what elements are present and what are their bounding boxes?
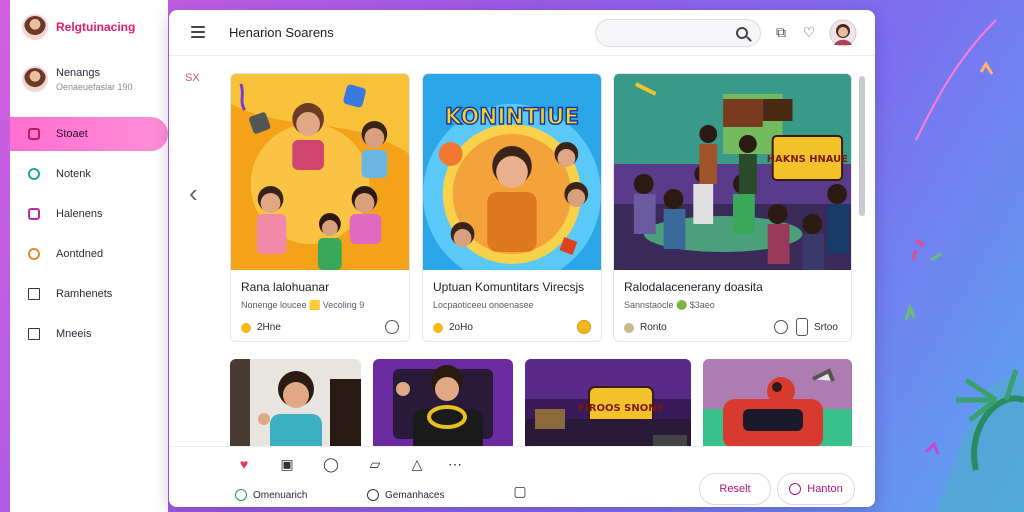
sidebar-item-label: Stoaet (56, 128, 88, 140)
page-title: Henarion Soarens (229, 25, 334, 40)
card-title: Uptuan Komuntitars Virecsjs (433, 280, 585, 294)
card-stat: 2oHo (433, 322, 473, 333)
status-ring-icon (235, 489, 247, 501)
card-stat: 2Hne (241, 322, 281, 333)
content-card[interactable]: KONINTIUE Uptuan Komuntitars Virecsjs Lo… (422, 73, 602, 342)
thumbnail-image[interactable]: FIROOS SNONS (525, 359, 691, 455)
profile-subtitle: Oenaeuefaslar 190 (56, 81, 133, 92)
profile-name: Nenangs (56, 66, 101, 79)
sidebar-item-2[interactable]: Halenens (10, 197, 168, 231)
top-avatar[interactable] (829, 19, 857, 47)
bottom-toolbar: ♥ ▣ ◯ ▱ △ ⋯ ▢ Omenuarich Gemanhaces Rese… (169, 446, 875, 507)
clock-icon[interactable] (774, 320, 788, 334)
thumbnail-image[interactable] (373, 359, 513, 455)
content-card[interactable]: Rana lalohuanar Nonenge loucee 🟨 Vecolin… (230, 73, 410, 342)
coin-icon (241, 322, 251, 333)
search-icon[interactable] (736, 27, 748, 39)
card-art-text: KONINTIUE (445, 105, 579, 130)
content-card[interactable]: HAKNS HNAUE Ralodalacenerany doasita San… (613, 73, 852, 342)
circle-icon (367, 489, 379, 501)
sidebar: Relgtuinacing Nenangs Oenaeuefaslar 190 … (10, 0, 168, 512)
card-icon (28, 288, 40, 300)
coin-icon (433, 322, 443, 333)
user-profile[interactable]: Nenangs Oenaeuefaslar 190 (22, 66, 133, 92)
card-image (231, 74, 409, 270)
sidebar-item-5[interactable]: Mneeis (10, 317, 168, 351)
sidebar-item-label: Notenk (56, 168, 91, 180)
main-window: Henarion Soarens ⧉ ♡ SX ‹ Rana lalohuana… (169, 10, 875, 507)
home-icon (28, 128, 40, 140)
square-icon[interactable]: ▢ (512, 483, 528, 499)
sidebar-item-0[interactable]: Stoaet (10, 117, 168, 151)
sidebar-item-4[interactable]: Ramhenets (10, 277, 168, 311)
bell-icon[interactable]: △ (409, 456, 425, 472)
search-input[interactable] (595, 19, 761, 47)
thumbnail-art-text: FIROOS SNONS (578, 403, 664, 414)
sidebar-item-label: Halenens (56, 208, 103, 220)
bottom-label-mid[interactable]: Gemanhaces (367, 489, 444, 501)
thumbnail-image[interactable] (703, 359, 852, 455)
phone-icon[interactable] (796, 318, 808, 336)
reset-button[interactable]: Reselt (699, 473, 771, 505)
scrollbar[interactable] (859, 76, 865, 216)
camera-icon (28, 208, 40, 220)
sidebar-item-label: Ramhenets (56, 288, 113, 300)
coin-icon[interactable] (577, 320, 591, 334)
card-extra-label: Srtoo (814, 322, 838, 333)
bottom-label-left[interactable]: Omenuarich (235, 489, 307, 501)
hanton-button[interactable]: Hanton (777, 473, 855, 505)
user-avatar (22, 66, 48, 92)
search-icon (28, 248, 40, 260)
card-art-text: HAKNS HNAUE (767, 154, 848, 165)
add-icon (789, 483, 802, 495)
brand-title: Relgtuinacing (56, 20, 136, 34)
carousel-prev-arrow[interactable]: ‹ (189, 180, 198, 206)
sparkle-icon: SX (185, 72, 200, 84)
clock-icon[interactable] (385, 320, 399, 334)
background-decoration (904, 19, 1024, 512)
more-icon[interactable]: ⋯ (447, 456, 463, 472)
card-meta: Sannstaocle 🟢 $3aeo (624, 300, 715, 310)
top-bar: Henarion Soarens ⧉ ♡ (169, 10, 875, 56)
card-stat: Ronto (624, 322, 667, 333)
heart-icon[interactable]: ♡ (801, 24, 817, 40)
sidebar-item-1[interactable]: Notenk (10, 157, 168, 191)
card-image: HAKNS HNAUE (614, 74, 851, 270)
sidebar-item-label: Aontdned (56, 248, 104, 260)
thumbnail-image[interactable] (230, 359, 361, 455)
chat-icon[interactable]: ◯ (323, 456, 339, 472)
calendar-icon[interactable]: ▣ (279, 456, 295, 472)
card-image: KONINTIUE (423, 74, 601, 284)
brand-avatar (22, 14, 48, 40)
coin-icon (624, 322, 634, 333)
note-icon[interactable]: ▱ (367, 456, 383, 472)
share-icon[interactable]: ⧉ (773, 24, 789, 40)
brand[interactable]: Relgtuinacing (22, 14, 135, 40)
card-meta: Locpaoticeeu onoenasee (433, 300, 534, 310)
card-title: Ralodalacenerany doasita (624, 280, 763, 294)
heart-icon[interactable]: ♥ (236, 456, 252, 472)
sidebar-item-label: Mneeis (56, 328, 92, 340)
menu-icon[interactable] (191, 26, 205, 38)
sidebar-nav: Stoaet Notenk Halenens Aontdned Ramhenet… (10, 117, 168, 357)
chat-icon (28, 168, 40, 180)
sidebar-item-3[interactable]: Aontdned (10, 237, 168, 271)
card-meta: Nonenge loucee 🟨 Vecoling 9 (241, 300, 365, 310)
card-title: Rana lalohuanar (241, 280, 330, 294)
book-icon (28, 328, 40, 340)
